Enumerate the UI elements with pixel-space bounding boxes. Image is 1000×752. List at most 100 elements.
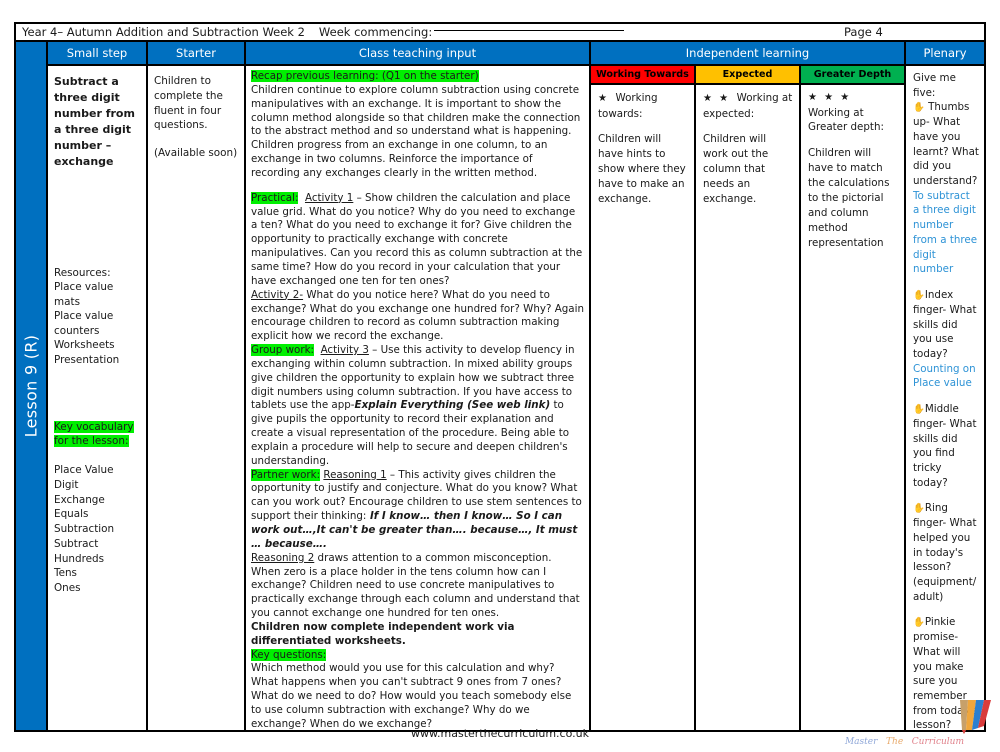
star-rating-icon: ★ (598, 93, 609, 104)
plenary-item: ✋Middle finger- What skills did you find… (913, 402, 979, 490)
vocabulary-list: Place Value Digit Exchange Equals Subtra… (54, 463, 141, 596)
band-body-working-towards: ★ Working towards: Children will have hi… (591, 85, 694, 211)
column-header-class-teaching-input: Class teaching input (246, 42, 589, 66)
week-commencing-label: Week commencing: (318, 25, 433, 39)
key-vocabulary-block: Key vocabulary for the lesson: Place Val… (54, 420, 141, 596)
reasoning-2-block: Reasoning 2 draws attention to a common … (251, 552, 584, 621)
band-subtitle: Working at Greater depth: (808, 106, 884, 134)
column-header-starter: Starter (148, 42, 244, 66)
vocabulary-item: Exchange (54, 493, 105, 506)
hand-icon: ✋ (913, 404, 925, 416)
activity-2-label: Activity 2- (251, 288, 304, 301)
vocabulary-item: Ones (54, 582, 81, 595)
plenary-answer: Counting on Place value (913, 362, 976, 390)
practical-heading: Practical: (251, 191, 299, 204)
master-the-curriculum-logo: Master The Curriculum (842, 700, 992, 748)
band-subtitle-row: ★ Working towards: (598, 91, 688, 121)
activity-1-text: – Show children the calculation and plac… (251, 191, 583, 287)
star-rating-icon: ★ ★ (703, 93, 731, 104)
band-description: Children will have to match the calculat… (808, 147, 890, 249)
band-description: Children will work out the column that n… (703, 133, 769, 206)
column-small-step: Small step Subtract a three digit number… (48, 42, 148, 730)
column-header-small-step: Small step (48, 42, 146, 66)
plenary-intro: Give me five: (913, 72, 956, 99)
teaching-body: Recap previous learning: (Q1 on the star… (246, 66, 589, 730)
resource-item: Place value counters (54, 310, 114, 337)
resources-block: Resources: Place value mats Place value … (54, 266, 141, 368)
logo-word-master: Master (844, 737, 878, 747)
vocabulary-item: Digit (54, 478, 79, 491)
recap-heading: Recap previous learning: (Q1 on the star… (251, 70, 479, 82)
hand-icon: ✋ (913, 290, 925, 302)
activity-1-label: Activity 1 (304, 191, 354, 204)
band-greater-depth: Greater Depth ★ ★ ★ Working at Greater d… (801, 66, 904, 730)
vocabulary-item: Subtraction (54, 523, 115, 536)
key-questions-heading: Key questions: (251, 648, 327, 661)
document-title: Year 4– Autumn Addition and Subtraction … (22, 25, 305, 39)
small-step-title: Subtract a three digit number from a thr… (54, 75, 135, 168)
resource-item: Place value mats (54, 281, 114, 308)
column-independent-learning: Independent learning Working Towards ★ W… (591, 42, 906, 730)
logo-word-curriculum: Curriculum (911, 737, 964, 747)
vocabulary-item: Tens (54, 567, 77, 580)
band-body-greater-depth: ★ ★ ★ Working at Greater depth: Children… (801, 85, 904, 255)
week-commencing-blank-line (434, 29, 625, 31)
activity-3-label: Activity 3 (320, 344, 369, 357)
column-class-teaching-input: Class teaching input Recap previous lear… (246, 42, 591, 730)
vocabulary-item: Subtract (54, 537, 99, 550)
plenary-item: ✋Ring finger- What helped you in today's… (913, 501, 979, 604)
hand-icon: ✋ (913, 503, 925, 515)
lesson-tab: Lesson 9 (R) (16, 42, 48, 730)
column-plenary: Plenary Give me five: ✋ Thumbs up- What … (906, 42, 984, 730)
column-header-plenary: Plenary (906, 42, 984, 66)
vocabulary-item: Place Value (54, 464, 114, 477)
starter-body: Children to complete the fluent in four … (148, 66, 244, 730)
app-name: Explain Everything (See web link) (354, 399, 551, 412)
plenary-item: ✋ Thumbs up- What have you learnt? What … (913, 100, 979, 188)
activity-2-block: Activity 2- What do you notice here? Wha… (251, 289, 584, 344)
lesson-tab-label: Lesson 9 (R) (21, 334, 41, 438)
plenary-answer: To subtract a three digit number from a … (913, 189, 978, 276)
band-description: Children will have hints to show where t… (598, 133, 686, 206)
band-header-greater-depth: Greater Depth (801, 66, 904, 85)
band-header-expected: Expected (696, 66, 799, 85)
band-subtitle-row: ★ ★ Working at expected: (703, 91, 793, 121)
column-header-independent-learning: Independent learning (591, 42, 904, 66)
logo-word-the: The (886, 737, 904, 747)
band-working-towards: Working Towards ★ Working towards: Child… (591, 66, 696, 730)
starter-instruction: Children to complete the fluent in four … (154, 75, 223, 132)
reasoning-2-label: Reasoning 2 (251, 551, 315, 564)
vocabulary-item: Hundreds (54, 552, 105, 565)
logo-wordmark: Master The Curriculum (845, 737, 964, 747)
plenary-question: Middle finger- What skills did you find … (913, 403, 977, 489)
star-rating-icon: ★ ★ ★ (808, 92, 852, 103)
partner-work-heading: Partner work: (251, 468, 321, 481)
page-number: Page 4 (844, 25, 883, 39)
group-work-heading: Group work: (251, 344, 315, 357)
resources-heading: Resources: (54, 266, 111, 279)
plenary-body: Give me five: ✋ Thumbs up- What have you… (906, 66, 984, 730)
recap-paragraph-1: Children continue to explore column subt… (251, 83, 581, 138)
recap-paragraph-2: Children progress from an exchange in on… (251, 139, 548, 179)
reasoning-1-label: Reasoning 1 (323, 468, 387, 481)
band-header-working-towards: Working Towards (591, 66, 694, 85)
lesson-plan-page: Year 4– Autumn Addition and Subtraction … (0, 0, 1000, 750)
small-step-body: Subtract a three digit number from a thr… (48, 66, 146, 730)
key-vocabulary-heading: Key vocabulary for the lesson: (54, 420, 134, 448)
website-url[interactable]: www.masterthecurriculum.co.uk (411, 727, 589, 740)
plenary-item: ✋Index finger- What skills did you use t… (913, 288, 979, 362)
starter-availability: (Available soon) (154, 147, 238, 160)
hand-icon: ✋ (913, 102, 925, 114)
lesson-plan-table: Lesson 9 (R) Small step Subtract a three… (14, 42, 986, 732)
plenary-question: Ring finger- What helped you in today's … (913, 502, 977, 603)
practical-block: Practical: Activity 1 – Show children th… (251, 191, 584, 289)
plenary-question: Thumbs up- What have you learnt? What di… (913, 101, 979, 188)
spacer-text (906, 737, 909, 747)
resource-item: Worksheets (54, 339, 115, 352)
resource-item: Presentation (54, 354, 120, 366)
